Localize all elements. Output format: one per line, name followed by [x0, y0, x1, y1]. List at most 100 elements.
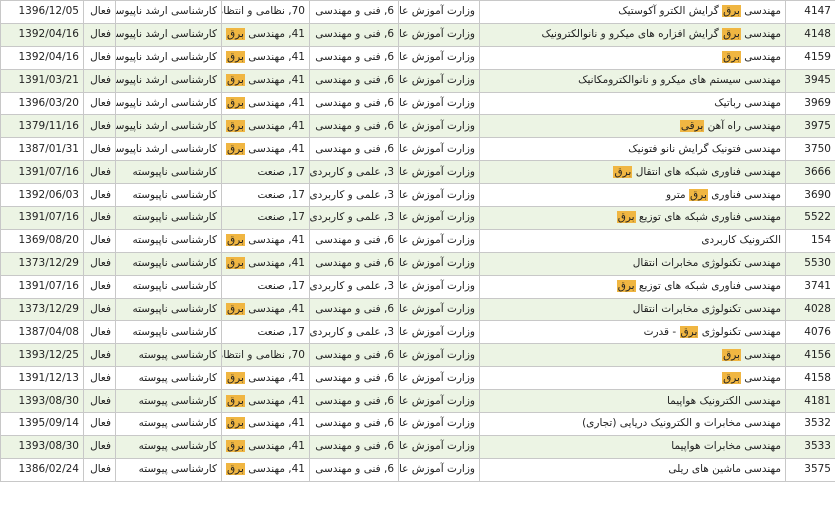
table-row[interactable]: 3969 مهندسی رباتیک وزارت آموزش عالی6, فنی … — [0, 91, 835, 116]
degree-level-cell: کارشناسی ارشد ناپیوسته — [115, 22, 222, 47]
code-cell: 3741 — [785, 274, 835, 299]
subgroup-cell: 41, مهندسی برق — [221, 228, 310, 253]
code-cell: 4158 — [785, 366, 835, 391]
cell-text: 41, مهندسی — [244, 74, 305, 87]
search-highlight: برق — [226, 28, 245, 41]
subgroup-cell: 41, مهندسی برق — [221, 114, 310, 139]
code-cell: 4156 — [785, 343, 835, 368]
cell-text: مهندسی مخابرات هواپیما — [671, 440, 781, 453]
degree-level-cell: کارشناسی ناپیوسته — [115, 251, 222, 276]
date-cell: 1387/01/31 — [0, 137, 84, 162]
group-cell: 6, فنی و مهندسی — [309, 45, 399, 70]
cell-text: مهندسی تکنولوژی مخابرات انتقال — [632, 257, 781, 270]
table-row[interactable]: 4181 مهندسی الکترونیک هواپیما وزارت آموزش … — [0, 389, 835, 414]
organization-cell: وزارت آموزش عالی — [398, 22, 480, 47]
code-cell: 154 — [785, 228, 835, 253]
table-row[interactable]: 154 الکترونیک کاربردی وزارت آموزش عالی6, ف… — [0, 228, 835, 253]
table-row[interactable]: 3690 مهندسی فناوری برق مترو وزارت آموزش عا… — [0, 183, 835, 208]
group-cell: 6, فنی و مهندسی — [309, 228, 399, 253]
date-cell: 1391/03/21 — [0, 68, 84, 93]
date-cell: 1392/06/03 — [0, 183, 84, 208]
table-row[interactable]: 4028 مهندسی تکنولوژی مخابرات انتقال وزارت … — [0, 297, 835, 322]
degree-level-cell: کارشناسی پیوسته — [115, 412, 222, 436]
date-cell: 1396/12/05 — [0, 0, 84, 24]
code-cell: 3969 — [785, 91, 835, 116]
cell-text: مهندسی مخابرات و الکترونیک دریایی (تجاری… — [582, 417, 781, 430]
organization-cell: وزارت آموزش عالی — [398, 228, 480, 253]
field-name-cell: مهندسی مخابرات و الکترونیک دریایی (تجاری… — [479, 412, 786, 436]
table-row[interactable]: 3575 مهندسی ماشین های ریلی وزارت آموزش عال… — [0, 457, 835, 482]
table-row[interactable]: 4148 مهندسی برق گرایش افزاره های میکرو و … — [0, 22, 835, 47]
table-row[interactable]: 4156مهندسی برقوزارت آموزش عالی6, فنی و م… — [0, 343, 835, 368]
cell-text: مهندسی تکنولوژی مخابرات انتقال — [632, 303, 781, 316]
search-highlight: برق — [226, 119, 245, 132]
date-cell: 1391/07/16 — [0, 274, 84, 299]
table-row[interactable]: 5530 مهندسی تکنولوژی مخابرات انتقال وزارت … — [0, 251, 835, 276]
table-row[interactable]: 5522 مهندسی فناوری شبکه های توزیع برق وزار… — [0, 206, 835, 230]
organization-cell: وزارت آموزش عالی — [398, 0, 480, 24]
date-cell: 1379/11/16 — [0, 114, 84, 139]
table-row[interactable]: 3532 مهندسی مخابرات و الکترونیک دریایی (ت… — [0, 412, 835, 436]
degree-level-cell: کارشناسی ناپیوسته — [115, 297, 222, 322]
search-highlight: برق — [226, 463, 245, 476]
status-cell: فعال — [83, 22, 116, 47]
field-name-cell: مهندسی مخابرات هواپیما — [479, 434, 786, 459]
table-row[interactable]: 3750 مهندسی فتونیک گرایش نانو فتونیک وزارت… — [0, 137, 835, 162]
date-cell: 1373/12/29 — [0, 251, 84, 276]
group-cell: 6, فنی و مهندسی — [309, 22, 399, 47]
code-cell: 3575 — [785, 457, 835, 482]
organization-cell: وزارت آموزش عالی — [398, 343, 480, 368]
table-row[interactable]: 3666 مهندسی فناوری شبکه های انتقال برق وزا… — [0, 160, 835, 185]
search-highlight: برق — [226, 303, 245, 316]
organization-cell: وزارت آموزش عالی — [398, 434, 480, 459]
table-row[interactable]: 3945 مهندسی سیستم های میکرو و نانوالکتروم… — [0, 68, 835, 93]
cell-text: مهندسی تکنولوژی — [698, 325, 781, 338]
cell-text: مهندسی ماشین های ریلی — [668, 463, 781, 476]
degree-level-cell: کارشناسی ناپیوسته — [115, 206, 222, 230]
table-row[interactable]: 3741 مهندسی فناوری شبکه های توزیع برق وزار… — [0, 274, 835, 299]
table-row[interactable]: 3975مهندسی راه آهن برقیوزارت آموزش عالی6… — [0, 114, 835, 139]
table-row[interactable]: 4147 مهندسی برق گرایش الکترو آکوستیک وزارت… — [0, 0, 835, 24]
degree-level-cell: کارشناسی ارشد ناپیوسته — [115, 91, 222, 116]
degree-level-cell: کارشناسی ناپیوسته — [115, 228, 222, 253]
field-name-cell: مهندسی برق گرایش افزاره های میکرو و نانو… — [479, 22, 786, 47]
search-highlight: برق — [226, 417, 245, 430]
status-cell: فعال — [83, 137, 116, 162]
cell-text: 41, مهندسی — [244, 119, 305, 132]
search-highlight: برق — [722, 28, 741, 41]
field-name-cell: مهندسی برق گرایش الکترو آکوستیک — [479, 0, 786, 24]
field-name-cell: مهندسی الکترونیک هواپیما — [479, 389, 786, 414]
field-name-cell: مهندسی برق — [479, 45, 786, 70]
search-highlight: برق — [722, 348, 741, 361]
cell-text: 17, صنعت — [257, 188, 305, 201]
cell-text: 41, مهندسی — [244, 463, 305, 476]
cell-text: مهندسی — [740, 28, 781, 41]
subgroup-cell: 70, نظامی و انتظامی — [221, 343, 310, 368]
status-cell: فعال — [83, 114, 116, 139]
organization-cell: وزارت آموزش عالی — [398, 45, 480, 70]
table-row[interactable]: 4076 مهندسی تکنولوژی برق - قدرت وزارت آموز… — [0, 320, 835, 345]
code-cell: 3666 — [785, 160, 835, 185]
code-cell: 4028 — [785, 297, 835, 322]
table-row[interactable]: 4159مهندسی برقوزارت آموزش عالی6, فنی و م… — [0, 45, 835, 70]
field-name-cell: مهندسی سیستم های میکرو و نانوالکترومکانی… — [479, 68, 786, 93]
cell-text: 70, نظامی و انتظامی — [223, 348, 306, 361]
group-cell: 6, فنی و مهندسی — [309, 0, 399, 24]
subgroup-cell: 41, مهندسی برق — [221, 91, 310, 116]
status-cell: فعال — [83, 160, 116, 185]
code-cell: 4181 — [785, 389, 835, 414]
status-cell: فعال — [83, 68, 116, 93]
cell-text: مهندسی — [740, 51, 781, 64]
search-highlight: برق — [226, 234, 245, 247]
group-cell: 3, علمی و کاربردی — [309, 274, 399, 299]
search-highlight: برق — [722, 51, 741, 64]
table-row[interactable]: 3533 مهندسی مخابرات هواپیما وزارت آموزش عا… — [0, 434, 835, 459]
group-cell: 6, فنی و مهندسی — [309, 91, 399, 116]
group-cell: 6, فنی و مهندسی — [309, 434, 399, 459]
cell-text: مهندسی — [740, 348, 781, 361]
table-row[interactable]: 4158مهندسی برقوزارت آموزش عالی6, فنی و م… — [0, 366, 835, 391]
organization-cell: وزارت آموزش عالی — [398, 68, 480, 93]
field-name-cell: مهندسی تکنولوژی برق - قدرت — [479, 320, 786, 345]
date-cell: 1396/03/20 — [0, 91, 84, 116]
date-cell: 1369/08/20 — [0, 228, 84, 253]
